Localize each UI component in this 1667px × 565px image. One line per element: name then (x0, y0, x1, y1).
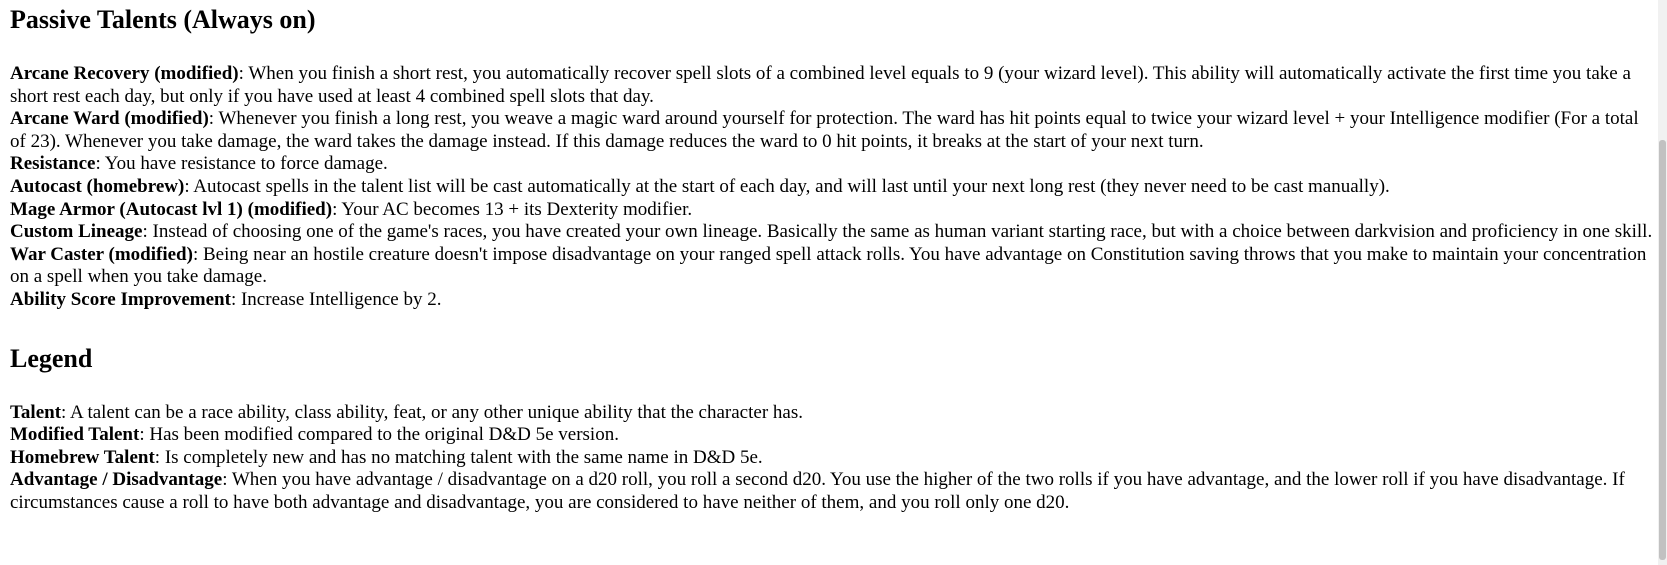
legend-term: Homebrew Talent (10, 446, 155, 468)
talent-name: War Caster (modified) (10, 243, 193, 265)
talent-entry-autocast: Autocast (homebrew): Autocast spells in … (10, 176, 1656, 199)
vertical-scrollbar[interactable] (1658, 0, 1667, 565)
talent-entry-ability-score-improvement: Ability Score Improvement: Increase Inte… (10, 289, 1656, 312)
legend-term: Advantage / Disadvantage (10, 469, 223, 491)
talent-entry-mage-armor: Mage Armor (Autocast lvl 1) (modified): … (10, 199, 1656, 222)
talent-description: : Being near an hostile creature doesn't… (10, 243, 1647, 288)
legend-term: Talent (10, 401, 62, 423)
talent-name: Arcane Ward (modified) (10, 108, 209, 130)
legend-heading: Legend (10, 343, 93, 373)
legend-entry-talent: Talent: A talent can be a race ability, … (10, 402, 1656, 425)
legend-definition: : A talent can be a race ability, class … (61, 401, 803, 423)
legend-entry-modified-talent: Modified Talent: Has been modified compa… (10, 424, 1656, 447)
legend-definition: : When you have advantage / disadvantage… (10, 469, 1625, 513)
talent-entry-war-caster: War Caster (modified): Being near an hos… (10, 244, 1656, 289)
scrollbar-thumb[interactable] (1659, 140, 1666, 560)
document-page: Passive Talents (Always on) Arcane Recov… (10, 0, 1656, 515)
passive-talents-heading: Passive Talents (Always on) (10, 5, 316, 34)
talent-description: : When you finish a short rest, you auto… (10, 63, 1631, 107)
talent-description: : Autocast spells in the talent list wil… (184, 175, 1390, 197)
passive-talents-list: Arcane Recovery (modified): When you fin… (10, 63, 1656, 312)
talent-name: Custom Lineage (10, 221, 143, 243)
legend-entry-advantage-disadvantage: Advantage / Disadvantage: When you have … (10, 469, 1656, 514)
talent-entry-arcane-recovery: Arcane Recovery (modified): When you fin… (10, 63, 1656, 108)
talent-name: Arcane Recovery (modified) (10, 63, 239, 84)
legend-definition: : Is completely new and has no matching … (154, 446, 763, 468)
legend-term: Modified Talent (10, 424, 140, 446)
talent-description: : Instead of choosing one of the game's … (142, 221, 1653, 243)
talent-description: : You have resistance to force damage. (95, 153, 388, 175)
talent-description: : Your AC becomes 13 + its Dexterity mod… (332, 198, 693, 220)
legend-list: Talent: A talent can be a race ability, … (10, 402, 1656, 515)
talent-description: : Increase Intelligence by 2. (230, 288, 442, 310)
talent-name: Mage Armor (Autocast lvl 1) (modified) (10, 198, 333, 220)
talent-entry-custom-lineage: Custom Lineage: Instead of choosing one … (10, 221, 1656, 244)
legend-entry-homebrew-talent: Homebrew Talent: Is completely new and h… (10, 447, 1656, 470)
talent-name: Ability Score Improvement (10, 288, 231, 310)
talent-entry-resistance: Resistance: You have resistance to force… (10, 153, 1656, 176)
talent-name: Resistance (10, 153, 96, 175)
talent-description: : Whenever you finish a long rest, you w… (10, 108, 1639, 152)
legend-definition: : Has been modified compared to the orig… (139, 424, 619, 446)
talent-entry-arcane-ward: Arcane Ward (modified): Whenever you fin… (10, 108, 1656, 153)
talent-name: Autocast (homebrew) (10, 175, 185, 197)
